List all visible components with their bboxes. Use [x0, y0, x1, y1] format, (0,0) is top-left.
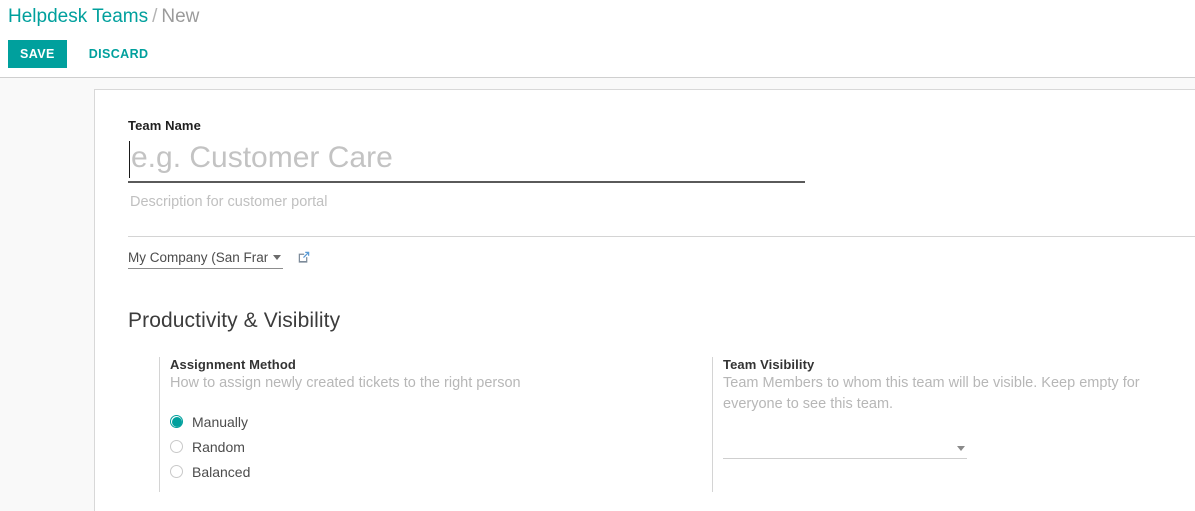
section-title-productivity-visibility: Productivity & Visibility	[128, 309, 341, 332]
chevron-down-icon[interactable]	[273, 255, 281, 260]
description-field[interactable]	[128, 192, 1195, 237]
company-select[interactable]: My Company (San Franc	[128, 250, 283, 269]
radio-icon-unselected	[170, 440, 183, 453]
team-visibility-help: Team Members to whom this team will be v…	[723, 375, 1140, 412]
save-button[interactable]: SAVE	[8, 40, 67, 68]
team-visibility-select[interactable]	[723, 434, 967, 459]
assignment-method-radio-group: Manually Random Balanced	[170, 409, 689, 484]
breadcrumb-separator: /	[152, 6, 158, 27]
radio-option-balanced[interactable]: Balanced	[170, 459, 689, 484]
radio-label-manually: Manually	[192, 413, 249, 430]
breadcrumb: Helpdesk Teams / New	[8, 5, 199, 29]
assignment-method-help: How to assign newly created tickets to t…	[170, 375, 521, 391]
radio-icon-unselected	[170, 465, 183, 478]
radio-label-random: Random	[192, 438, 245, 455]
setting-assignment-method: Assignment Method How to assign newly cr…	[159, 357, 689, 492]
radio-option-manually[interactable]: Manually	[170, 409, 689, 434]
breadcrumb-link-helpdesk-teams[interactable]: Helpdesk Teams	[8, 6, 148, 27]
discard-button[interactable]: DISCARD	[79, 40, 159, 68]
form-sheet: Team Name My Company (San Franc Producti…	[94, 89, 1195, 511]
text-cursor	[129, 141, 130, 178]
team-name-label: Team Name	[128, 118, 201, 133]
radio-label-balanced: Balanced	[192, 463, 251, 480]
form-action-toolbar: SAVE DISCARD	[8, 40, 158, 68]
radio-icon-selected	[170, 415, 183, 428]
radio-option-random[interactable]: Random	[170, 434, 689, 459]
assignment-method-title: Assignment Method	[170, 357, 296, 372]
external-link-icon[interactable]	[297, 250, 311, 269]
setting-team-visibility: Team Visibility Team Members to whom thi…	[712, 357, 1195, 492]
team-visibility-title: Team Visibility	[723, 357, 815, 372]
breadcrumb-current-new: New	[161, 6, 200, 27]
team-name-input[interactable]	[128, 138, 805, 181]
company-field-row: My Company (San Franc	[128, 250, 311, 269]
company-value: My Company (San Franc	[128, 250, 268, 265]
chevron-down-icon[interactable]	[957, 446, 965, 451]
team-visibility-value	[723, 456, 957, 458]
team-name-field[interactable]	[128, 138, 805, 183]
description-input[interactable]	[128, 192, 1195, 210]
